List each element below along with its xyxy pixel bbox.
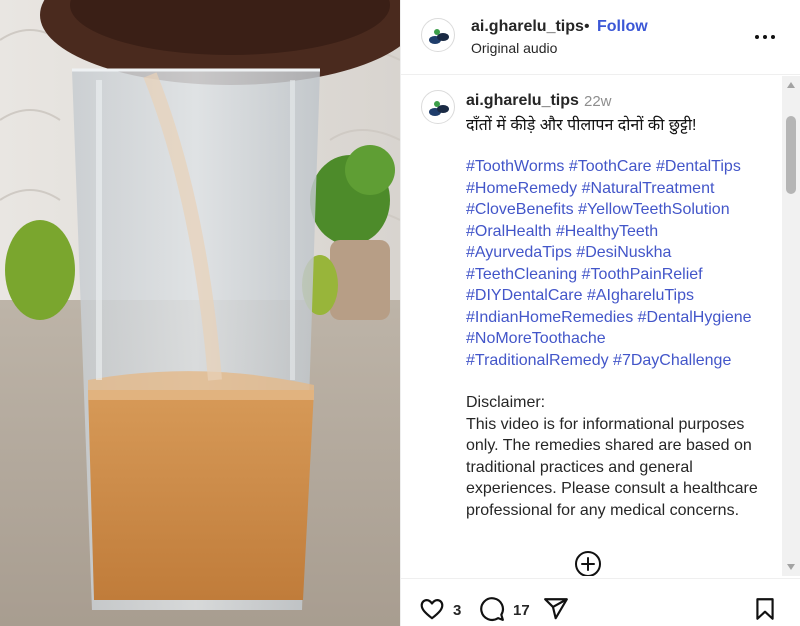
scroll-up-arrow-icon[interactable]	[787, 82, 795, 88]
separator-dot: •	[584, 18, 590, 35]
comment-bubble-icon[interactable]	[479, 596, 505, 622]
hashtag-link[interactable]: #TraditionalRemedy	[466, 352, 609, 369]
hashtag-link[interactable]: #HomeRemedy	[466, 180, 577, 197]
caption-username[interactable]: ai.gharelu_tips	[466, 92, 579, 110]
hashtag-link[interactable]: #YellowTeethSolution	[578, 201, 730, 218]
hashtag-link[interactable]: #ToothWorms	[466, 158, 564, 175]
audio-label[interactable]: Original audio	[471, 40, 557, 56]
action-bar: 3 17	[401, 578, 800, 626]
hashtag-link[interactable]: #ToothCare	[569, 158, 652, 175]
hashtag-link[interactable]: #OralHealth	[466, 223, 551, 240]
disclaimer-text: This video is for informational purposes…	[466, 415, 758, 519]
hashtag-link[interactable]: #DIYDentalCare	[466, 287, 583, 304]
caption-area[interactable]: ai.gharelu_tips 22w दाँतों में कीड़े और …	[401, 76, 784, 576]
like-count[interactable]: 3	[453, 602, 461, 619]
comment-count[interactable]: 17	[513, 602, 530, 619]
hashtag-link[interactable]: #DentalHygiene	[638, 309, 752, 326]
disclaimer: Disclaimer: This video is for informatio…	[466, 392, 776, 521]
scrollbar-thumb[interactable]	[786, 116, 796, 194]
hashtag-link[interactable]: #AIghareluTips	[587, 287, 694, 304]
hashtag-link[interactable]: #IndianHomeRemedies	[466, 309, 633, 326]
post-header: ai.gharelu_tips • Follow Original audio	[401, 0, 800, 75]
share-send-icon[interactable]	[543, 596, 569, 622]
post-username[interactable]: ai.gharelu_tips	[471, 18, 584, 36]
more-options-icon[interactable]	[754, 26, 776, 48]
caption-title: दाँतों में कीड़े और पीलापन दोनों की छुट्…	[466, 117, 697, 134]
hashtag-link[interactable]: #HealthyTeeth	[556, 223, 658, 240]
scroll-down-arrow-icon[interactable]	[787, 564, 795, 570]
hashtag-link[interactable]: #CloveBenefits	[466, 201, 574, 218]
video-frame-image	[0, 0, 400, 626]
hashtag-link[interactable]: #AyurvedaTips	[466, 244, 572, 261]
bookmark-save-icon[interactable]	[752, 596, 778, 622]
like-heart-icon[interactable]	[419, 596, 445, 622]
follow-button[interactable]: Follow	[597, 18, 648, 36]
post-time[interactable]: 22w	[584, 93, 612, 110]
hashtag-link[interactable]: #ToothPainRelief	[582, 266, 703, 283]
load-more-comments-icon[interactable]	[574, 550, 602, 576]
disclaimer-title: Disclaimer:	[466, 394, 546, 411]
post-panel: ai.gharelu_tips • Follow Original audio …	[400, 0, 800, 626]
hashtag-link[interactable]: #DesiNuskha	[576, 244, 671, 261]
hashtag-link[interactable]: #NaturalTreatment	[582, 180, 715, 197]
hashtag-list: #ToothWorms #ToothCare #DentalTips #Home…	[466, 156, 776, 371]
avatar[interactable]	[421, 18, 455, 52]
avatar[interactable]	[421, 90, 455, 124]
hashtag-link[interactable]: #DentalTips	[656, 158, 741, 175]
reel-video[interactable]	[0, 0, 400, 626]
hashtag-link[interactable]: #7DayChallenge	[613, 352, 731, 369]
hashtag-link[interactable]: #NoMoreToothache	[466, 330, 606, 347]
scrollbar[interactable]	[782, 76, 800, 576]
hashtag-link[interactable]: #TeethCleaning	[466, 266, 577, 283]
